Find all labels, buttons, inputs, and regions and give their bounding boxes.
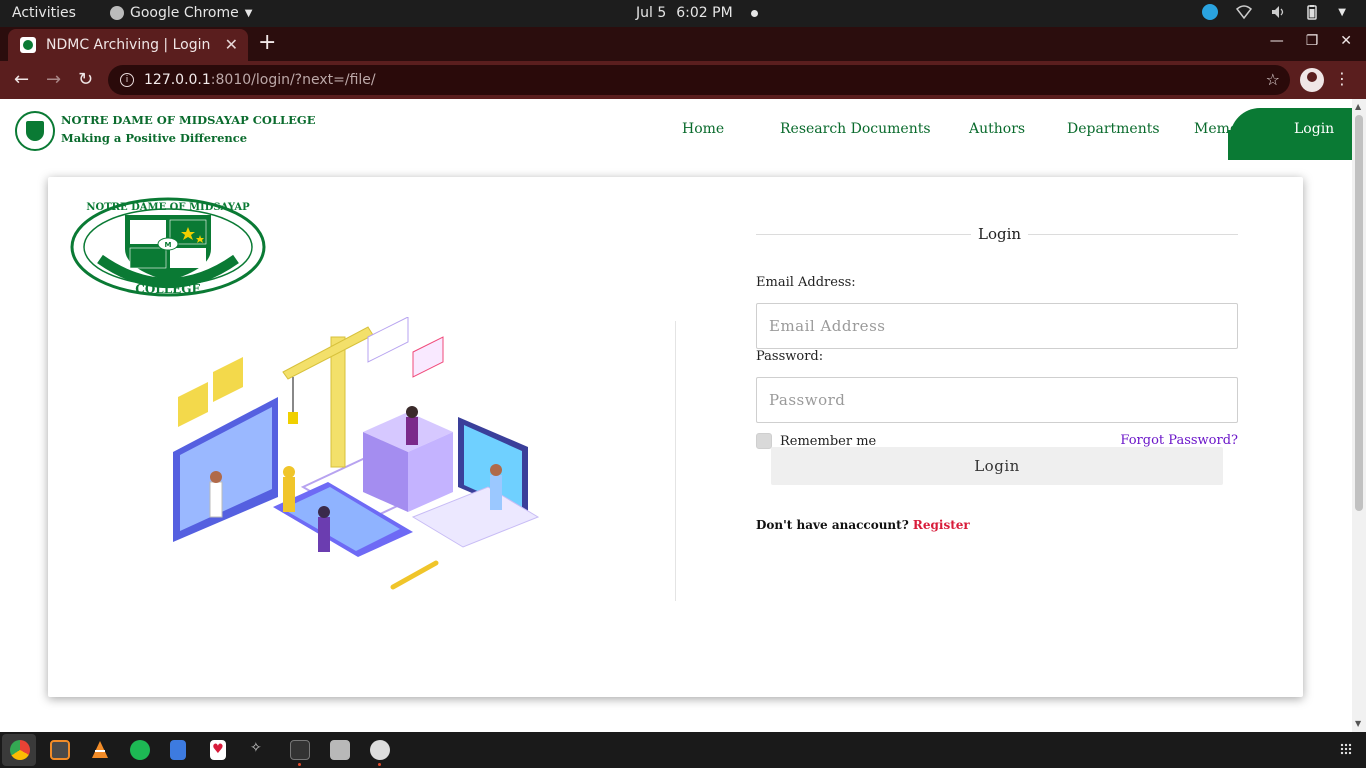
- form-heading: Login: [971, 225, 1029, 243]
- system-menu-caret-icon[interactable]: ▼: [1338, 7, 1346, 18]
- seal-top-text: NOTRE DAME OF MIDSAYAP: [86, 202, 250, 213]
- app-menu[interactable]: Google Chrome ▼: [110, 5, 252, 21]
- running-indicator-icon: [298, 763, 301, 766]
- maximize-icon[interactable]: ❐: [1306, 33, 1319, 49]
- address-bar[interactable]: i 127.0.0.1:8010/login/?next=/file/ ☆: [108, 65, 1290, 95]
- caret-down-icon: ▼: [244, 7, 253, 19]
- taskbar: ♥ ✧: [0, 732, 1366, 768]
- app-menu-label: Google Chrome: [130, 5, 239, 21]
- text-editor-icon[interactable]: [170, 740, 186, 760]
- scrollbar-thumb[interactable]: [1355, 115, 1363, 511]
- password-label: Password:: [756, 349, 824, 364]
- show-applications-icon[interactable]: [1340, 743, 1352, 755]
- card-divider: [675, 321, 676, 601]
- seal-bottom-text: COLLEGE: [135, 282, 200, 296]
- nav-authors[interactable]: Authors: [969, 121, 1025, 137]
- wifi-icon[interactable]: [1236, 4, 1253, 20]
- system-tray[interactable]: ▼: [1202, 4, 1346, 20]
- scroll-up-icon[interactable]: ▲: [1355, 102, 1361, 111]
- college-seal-logo: M COLLEGE NOTRE DAME OF MIDSAYAP: [70, 197, 266, 297]
- close-window-icon[interactable]: ✕: [1340, 33, 1352, 49]
- vlc-icon[interactable]: [90, 740, 110, 760]
- software-icon[interactable]: [370, 740, 390, 760]
- browser-menu-icon[interactable]: ⋮: [1334, 69, 1350, 88]
- form-heading-rule: Login: [756, 225, 1238, 245]
- files-icon[interactable]: [330, 740, 350, 760]
- sublime-icon[interactable]: [50, 740, 70, 760]
- nav-login[interactable]: Login: [1228, 108, 1352, 160]
- register-prompt-text: Don't have anaccount?: [756, 518, 909, 532]
- window-controls: — ❐ ✕: [1270, 33, 1352, 49]
- site-header: NOTRE DAME OF MIDSAYAP COLLEGE Making a …: [0, 99, 1352, 161]
- clock-date: Jul 5: [636, 5, 667, 21]
- notification-dot-icon: [750, 9, 758, 17]
- password-field[interactable]: [756, 377, 1238, 423]
- site-info-icon[interactable]: i: [120, 73, 134, 87]
- browser-tab-strip: NDMC Archiving | Login ✕ + — ❐ ✕: [0, 27, 1366, 61]
- site-favicon-icon: [20, 37, 36, 53]
- nav-home[interactable]: Home: [682, 121, 724, 137]
- running-indicator-icon: [378, 763, 381, 766]
- minimize-icon[interactable]: —: [1270, 33, 1284, 49]
- login-button[interactable]: Login: [771, 447, 1223, 485]
- browser-toolbar: ← → ↻ i 127.0.0.1:8010/login/?next=/file…: [0, 61, 1366, 99]
- browser-tab[interactable]: NDMC Archiving | Login ✕: [8, 29, 248, 61]
- page-viewport: NOTRE DAME OF MIDSAYAP COLLEGE Making a …: [0, 99, 1352, 732]
- close-tab-icon[interactable]: ✕: [225, 35, 238, 54]
- scroll-down-icon[interactable]: ▼: [1355, 719, 1361, 728]
- chrome-small-icon: [110, 6, 124, 20]
- email-field[interactable]: [756, 303, 1238, 349]
- nav-departments[interactable]: Departments: [1067, 121, 1160, 137]
- telegram-icon[interactable]: [1202, 4, 1219, 20]
- register-link[interactable]: Register: [913, 518, 970, 532]
- activities-button[interactable]: Activities: [12, 5, 76, 21]
- isometric-illustration: [173, 317, 540, 590]
- login-card: M COLLEGE NOTRE DAME OF MIDSAYAP Login E…: [48, 177, 1303, 697]
- svg-text:M: M: [165, 241, 172, 249]
- chrome-icon[interactable]: [10, 740, 30, 760]
- forgot-password-link[interactable]: Forgot Password?: [1120, 433, 1238, 448]
- forward-arrow-icon[interactable]: →: [46, 69, 61, 90]
- terminal-icon[interactable]: [290, 740, 310, 760]
- spotify-icon[interactable]: [130, 740, 150, 760]
- clock[interactable]: Jul 5 6:02 PM: [636, 5, 758, 21]
- nav-research-documents[interactable]: Research Documents: [780, 121, 931, 137]
- email-label: Email Address:: [756, 275, 856, 290]
- nav-login-label: Login: [1294, 121, 1335, 137]
- battery-icon[interactable]: [1304, 4, 1320, 20]
- site-brand[interactable]: NOTRE DAME OF MIDSAYAP COLLEGE Making a …: [15, 111, 315, 151]
- tab-title: NDMC Archiving | Login: [46, 37, 211, 53]
- profile-avatar-icon[interactable]: [1300, 68, 1324, 92]
- remember-me-checkbox[interactable]: [756, 433, 772, 449]
- heart-app-icon[interactable]: ♥: [210, 740, 226, 760]
- brand-tagline: Making a Positive Difference: [61, 131, 248, 145]
- brand-name: NOTRE DAME OF MIDSAYAP COLLEGE: [61, 113, 316, 127]
- bug-icon[interactable]: ✧: [250, 740, 270, 760]
- new-tab-button[interactable]: +: [258, 30, 276, 55]
- register-prompt: Don't have anaccount? Register: [756, 518, 970, 532]
- url-text: 127.0.0.1:8010/login/?next=/file/: [144, 72, 376, 88]
- college-logo-small: [15, 111, 55, 151]
- reload-icon[interactable]: ↻: [78, 69, 93, 90]
- page-scrollbar[interactable]: ▲ ▼: [1352, 99, 1366, 732]
- bookmark-star-icon[interactable]: ☆: [1266, 70, 1280, 89]
- back-arrow-icon[interactable]: ←: [14, 69, 29, 90]
- clock-time: 6:02 PM: [676, 5, 733, 21]
- system-top-bar: Activities Google Chrome ▼ Jul 5 6:02 PM…: [0, 0, 1366, 27]
- volume-icon[interactable]: [1270, 4, 1286, 20]
